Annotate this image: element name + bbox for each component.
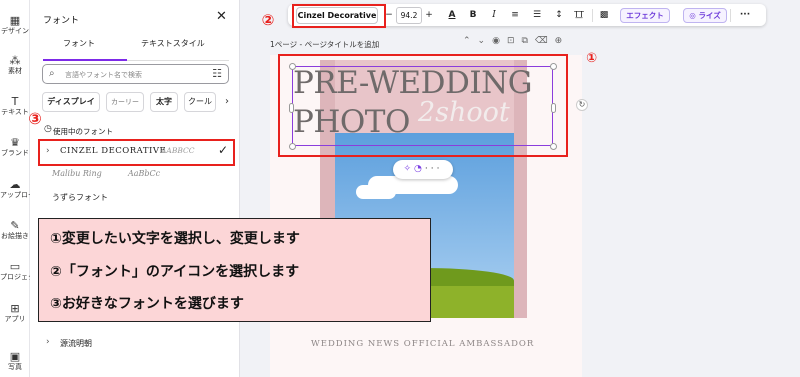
chip-bold[interactable]: 太字 [150,92,178,112]
tab-text-styles[interactable]: テキストスタイル [141,38,205,49]
align-button[interactable]: ≡ [509,8,521,22]
font-name: うずらフォント [52,193,108,202]
toolbar-divider [592,9,593,22]
chip-display[interactable]: ディスプレイ [42,92,100,112]
left-rail: ▦デザイン ⁂素材 Tテキスト ♛ブランド ☁アップロード ✎お絵描き ▭プロジ… [0,0,30,377]
section-label-in-use: 使用中のフォント [53,127,113,136]
apps-icon: ⊞ [10,302,20,315]
ai-icon[interactable]: ◔ [414,164,425,174]
highlight-box-3 [38,139,235,166]
trash-icon[interactable]: ⌫ [535,36,555,46]
chevron-up-icon[interactable]: ⌃ [463,36,478,46]
highlight-box-2 [292,4,386,28]
page-title[interactable]: 1ページ - ページタイトルを追加 [270,39,379,50]
annotation-number-3: ③ [28,109,42,128]
chip-cool[interactable]: クール [184,92,216,112]
bold-button[interactable]: B [468,8,478,22]
font-category-chips: ディスプレイ カーリー 太字 クール › [42,92,232,112]
page-actions: ⌃⌄◉⊡⧉⌫⊕ [463,36,569,46]
tab-divider [127,59,229,61]
tab-fonts[interactable]: フォント [63,38,95,49]
rail-item-upload[interactable]: ☁アップロード [0,178,30,200]
transparency-button[interactable]: ▩ [598,8,610,22]
rail-item-design[interactable]: ▦ デザイン [0,14,30,36]
rail-item-apps[interactable]: ⊞ アプリ [0,302,30,324]
close-icon[interactable]: ✕ [216,9,227,24]
eye-icon[interactable]: ◉ [492,36,507,46]
font-search-input[interactable]: ⌕ 言語やフォント名で検索 ☷ [42,64,229,84]
text-icon: T [11,95,19,108]
annotation-number-2: ② [261,11,275,29]
filter-icon[interactable]: ☷ [212,67,222,80]
text-transform-button[interactable]: T͟T [570,8,588,22]
font-item-genryu[interactable]: › 源流明朝 [38,336,234,352]
rail-item-brand[interactable]: ♛ ブランド [0,136,30,158]
projects-icon: ▭ [9,260,21,273]
text-color-button[interactable]: A [445,8,459,22]
chevron-down-icon[interactable]: ⌄ [478,36,493,46]
instruction-line-3: ③お好きなフォントを選びます [50,296,244,312]
instruction-line-1: ①変更したい文字を選択し、変更します [50,231,300,247]
quick-actions-bar[interactable]: ✧◔··· [393,160,453,179]
draw-icon: ✎ [10,219,20,232]
panel-title: フォント [43,16,80,26]
panel-tabs: フォント テキストスタイル [43,38,229,61]
rail-item-projects[interactable]: ▭プロジェクト [0,260,30,282]
chip-curly[interactable]: カーリー [106,92,144,112]
photos-icon: ▣ [9,350,21,363]
elements-icon: ⁂ [9,54,21,67]
font-item-malibu[interactable]: Malibu Ring AaBbCc [38,165,234,185]
font-name: 源流明朝 [60,339,92,348]
chevron-right-icon: › [46,337,50,347]
rotate-icon[interactable]: ↻ [576,99,588,111]
brand-icon: ♛ [10,136,20,149]
design-icon: ▦ [9,14,21,27]
upload-icon: ☁ [9,178,21,191]
instruction-box: ①変更したい文字を選択し、変更します ②「フォント」のアイコンを選択します ③お… [38,218,431,322]
font-size-decrease-button[interactable]: − [385,8,393,22]
more-icon[interactable]: ··· [736,8,754,22]
rail-item-elements[interactable]: ⁂ 素材 [0,54,30,76]
font-size-input[interactable]: 94.2 [396,7,422,24]
italic-button[interactable]: I [489,8,499,22]
instruction-line-2: ②「フォント」のアイコンを選択します [50,264,300,280]
tab-active-indicator [43,59,127,61]
list-button[interactable]: ☰ [531,8,543,22]
magic-edit-icon[interactable]: ✧ [404,164,415,174]
effect-button[interactable]: エフェクト [620,8,670,23]
rise-animate-button[interactable]: ◎ ライズ [683,8,727,23]
font-size-increase-button[interactable]: + [425,8,433,22]
duplicate-icon[interactable]: ⧉ [522,36,535,46]
search-placeholder: 言語やフォント名で検索 [65,71,142,79]
font-sample: AaBbCc [128,169,161,178]
lock-icon[interactable]: ⊡ [507,36,522,46]
annotation-number-1: ① [585,51,597,66]
rail-item-draw[interactable]: ✎ お絵描き [0,219,30,241]
search-icon: ⌕ [49,68,55,79]
highlight-box-1 [278,54,568,157]
more-icon[interactable]: ··· [425,164,443,174]
toolbar-divider [730,9,731,22]
canvas-footer-text[interactable]: WEDDING NEWS OFFICIAL AMBASSADOR [311,339,534,349]
font-item-uzura[interactable]: うずらフォント [38,188,234,208]
font-name: Malibu Ring [52,169,102,178]
editor-root: ▦デザイン ⁂素材 Tテキスト ♛ブランド ☁アップロード ✎お絵描き ▭プロジ… [0,0,800,377]
rail-item-photos[interactable]: ▣ 写真 [0,350,30,372]
spacing-button[interactable]: ↕ [553,8,565,22]
add-page-icon[interactable]: ⊕ [555,36,570,46]
chevron-right-icon[interactable]: › [220,92,234,112]
cloud-shape [356,185,396,199]
